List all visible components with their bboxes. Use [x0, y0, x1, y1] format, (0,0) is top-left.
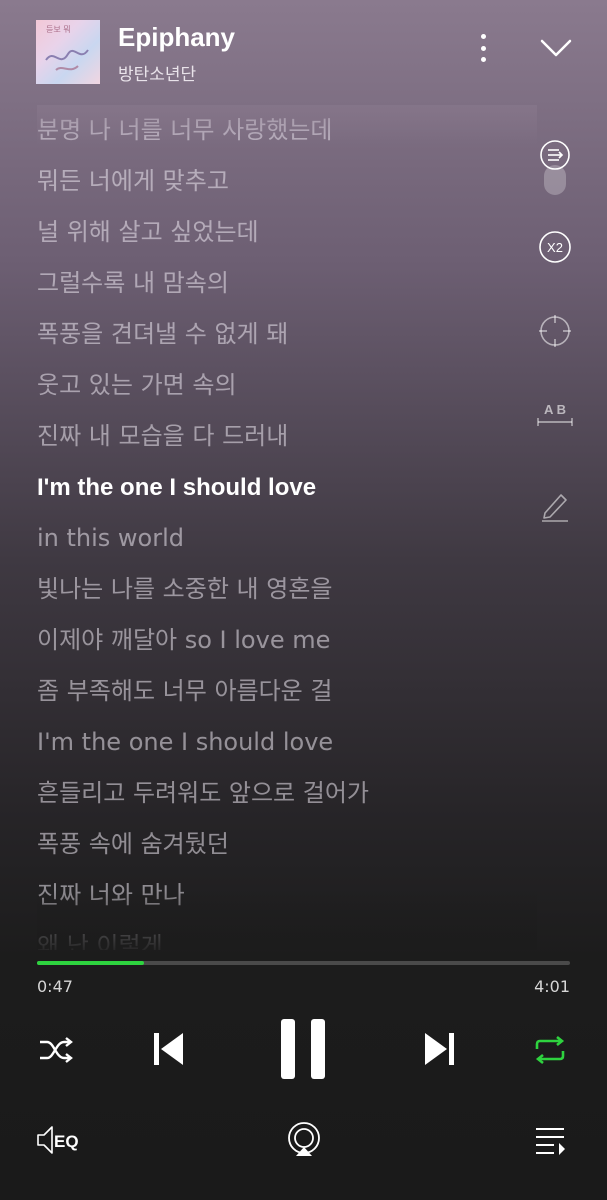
speed-x2-button[interactable]: X2 [530, 222, 580, 272]
lyric-line[interactable]: 좀 부족해도 너무 아름다운 걸 [37, 666, 537, 717]
album-art-text: 듣보 뭐 [46, 25, 71, 34]
lyric-line[interactable]: 왜 난 이렇게 [37, 921, 537, 950]
pause-button[interactable] [276, 1016, 330, 1082]
lyric-line[interactable]: 진짜 내 모습을 다 드러내 [37, 411, 537, 462]
translate-ab-label: A B [544, 402, 566, 417]
pen-edit-icon[interactable] [530, 480, 580, 530]
playlist-queue-icon[interactable] [530, 1120, 570, 1160]
translate-ab-button[interactable]: A B [530, 390, 580, 440]
airplay-icon[interactable] [284, 1118, 324, 1160]
lyric-line[interactable]: I'm the one I should love [37, 717, 537, 768]
target-icon[interactable] [530, 306, 580, 356]
total-time: 4:01 [534, 977, 570, 996]
lyric-line[interactable]: 웃고 있는 가면 속의 [37, 360, 537, 411]
now-playing-header: 듣보 뭐 Epiphany 방탄소년단 [0, 0, 607, 105]
track-title: Epiphany [118, 22, 236, 52]
pause-icon [281, 1019, 325, 1079]
eq-label: EQ [54, 1132, 79, 1151]
progress-fill [37, 961, 144, 965]
lyric-line[interactable]: 뭐든 너에게 맞추고 [37, 156, 537, 207]
speaker-eq-icon: EQ [37, 1126, 79, 1154]
lyrics-list: 분명 나 너를 너무 사랑했는데 뭐든 너에게 맞추고 널 위해 살고 싶었는데 그럴… [37, 105, 537, 950]
more-options-icon[interactable] [470, 30, 496, 66]
lyrics-scroll-toggle[interactable] [544, 165, 566, 195]
lyric-line[interactable]: 널 위해 살고 싶었는데 [37, 207, 537, 258]
lyric-line[interactable]: 흔들리고 두려워도 앞으로 걸어가 [37, 768, 537, 819]
current-time: 0:47 [37, 977, 73, 996]
lyric-line-active[interactable]: I'm the one I should love [37, 462, 537, 513]
lyric-line[interactable]: in this world [37, 513, 537, 564]
track-artist[interactable]: 방탄소년단 [118, 60, 196, 85]
album-art[interactable]: 듣보 뭐 [36, 20, 100, 84]
shuffle-icon[interactable] [34, 1028, 78, 1072]
progress-bar[interactable] [37, 960, 570, 966]
lyric-line[interactable]: 분명 나 너를 너무 사랑했는데 [37, 105, 537, 156]
equalizer-button[interactable]: EQ [34, 1120, 84, 1160]
lyric-line[interactable]: 폭풍을 견뎌낼 수 없게 돼 [37, 309, 537, 360]
lyric-line[interactable]: 이제야 깨달아 so I love me [37, 615, 537, 666]
lyric-line[interactable]: 폭풍 속에 숨겨뒀던 [37, 819, 537, 870]
chevron-down-icon[interactable] [538, 34, 574, 62]
repeat-icon[interactable] [528, 1028, 572, 1072]
lyric-line[interactable]: 진짜 너와 만나 [37, 870, 537, 921]
next-track-icon[interactable] [418, 1026, 462, 1072]
lyrics-panel[interactable]: 분명 나 너를 너무 사랑했는데 뭐든 너에게 맞추고 널 위해 살고 싶었는데 그럴… [37, 105, 537, 950]
lyric-line[interactable]: 빛나는 나를 소중한 내 영혼을 [37, 564, 537, 615]
previous-track-icon[interactable] [146, 1026, 190, 1072]
lyric-line[interactable]: 그럴수록 내 맘속의 [37, 258, 537, 309]
speed-x2-label: X2 [547, 240, 563, 255]
